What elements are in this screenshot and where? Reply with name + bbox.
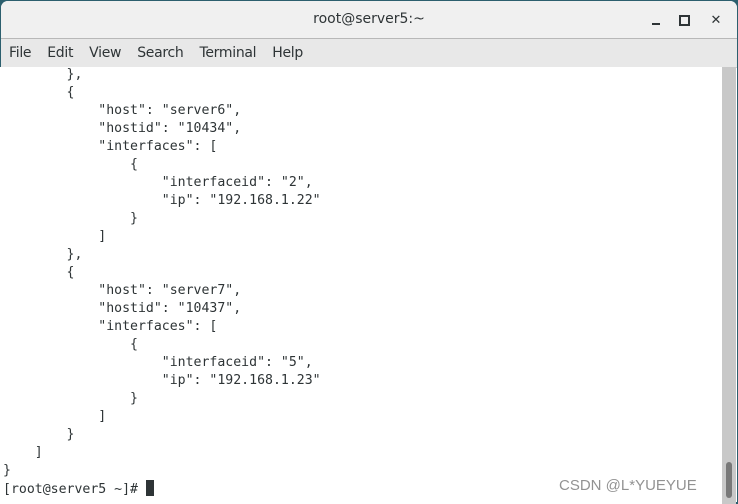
terminal-line: "interfaceid": "5", xyxy=(3,355,313,370)
close-button[interactable]: ✕ xyxy=(706,10,726,30)
terminal-line: "ip": "192.168.1.22" xyxy=(3,193,321,208)
terminal-line: ] xyxy=(3,229,107,244)
minimize-button[interactable] xyxy=(646,10,666,30)
terminal-lines: }, { "host": "server6", "hostid": "10434… xyxy=(0,67,321,498)
terminal-line: "interfaceid": "2", xyxy=(3,175,313,190)
menu-view[interactable]: View xyxy=(89,45,121,61)
menu-file[interactable]: File xyxy=(9,45,32,61)
terminal-line: } xyxy=(3,211,138,226)
scrollbar-thumb[interactable] xyxy=(726,462,732,498)
terminal-line: } xyxy=(3,427,75,442)
menu-edit[interactable]: Edit xyxy=(47,45,73,61)
terminal-line: ] xyxy=(3,445,43,460)
menu-terminal[interactable]: Terminal xyxy=(200,45,257,61)
terminal-line: }, xyxy=(3,247,83,262)
terminal-line: { xyxy=(3,157,138,172)
terminal-line: "hostid": "10434", xyxy=(3,121,242,136)
menu-help[interactable]: Help xyxy=(272,45,303,61)
maximize-icon xyxy=(678,14,690,26)
terminal-line: "interfaces": [ xyxy=(3,139,218,154)
terminal-line: { xyxy=(3,265,75,280)
terminal-line: { xyxy=(3,337,138,352)
close-icon: ✕ xyxy=(710,12,722,28)
terminal-line: "ip": "192.168.1.23" xyxy=(3,373,321,388)
terminal-line: "host": "server7", xyxy=(3,283,242,298)
minimize-icon xyxy=(652,23,660,25)
terminal-line: ] xyxy=(3,409,107,424)
terminal-line: "interfaces": [ xyxy=(3,319,218,334)
text-cursor xyxy=(145,480,154,496)
menu-search[interactable]: Search xyxy=(137,45,184,61)
title-bar[interactable]: root@server5:~ ✕ xyxy=(1,1,737,39)
terminal-line: "hostid": "10437", xyxy=(3,301,242,316)
menu-bar: File Edit View Search Terminal Help xyxy=(1,39,737,68)
terminal-line: }, xyxy=(3,67,83,82)
terminal-line: { xyxy=(3,85,75,100)
window-title: root@server5:~ xyxy=(313,11,425,27)
watermark: CSDN @L*YUEYUE xyxy=(559,477,697,494)
terminal-output[interactable]: }, { "host": "server6", "hostid": "10434… xyxy=(0,67,722,504)
shell-prompt: [root@server5 ~]# xyxy=(3,482,146,497)
shell-prompt-line[interactable]: [root@server5 ~]# xyxy=(3,480,321,498)
terminal-line: } xyxy=(3,391,138,406)
terminal-line: "host": "server6", xyxy=(3,103,242,118)
maximize-button[interactable] xyxy=(674,10,694,30)
scrollbar[interactable] xyxy=(722,67,736,504)
terminal-line: } xyxy=(3,463,11,478)
